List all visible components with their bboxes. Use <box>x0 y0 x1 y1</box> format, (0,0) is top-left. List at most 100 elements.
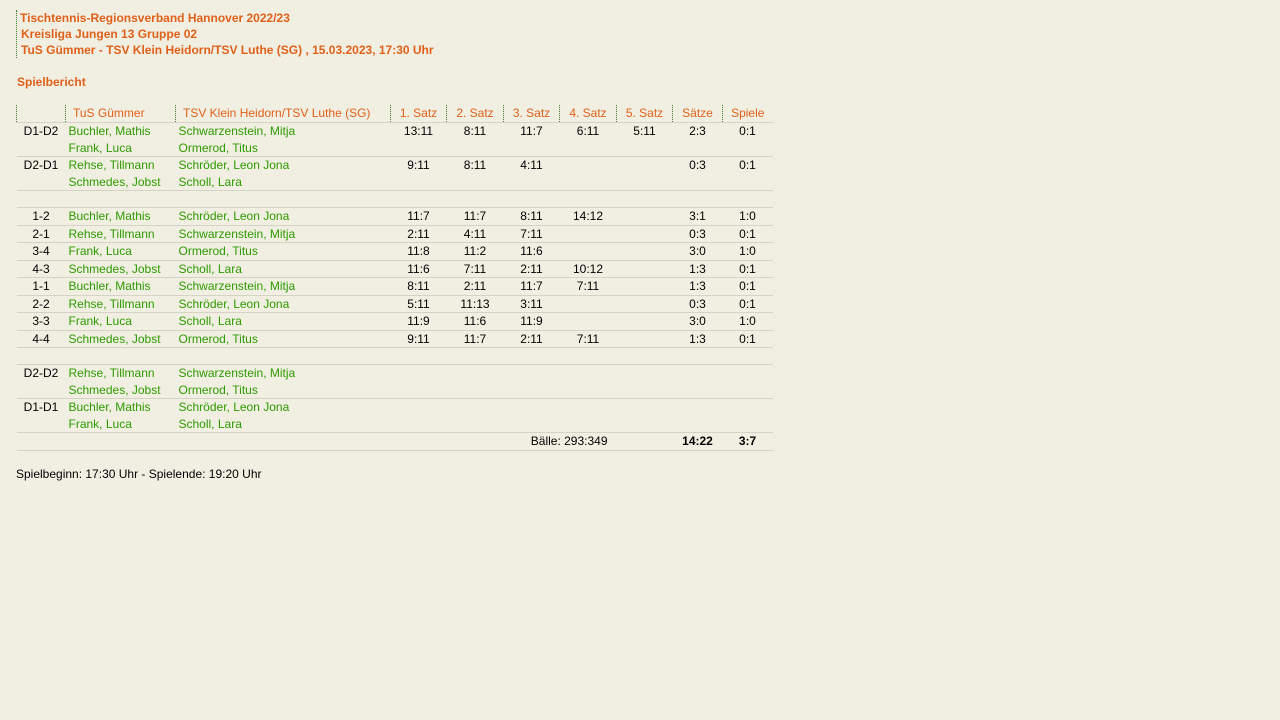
home-player[interactable]: Rehse, Tillmann <box>65 364 176 382</box>
set-1-score: 8:11 <box>390 277 447 295</box>
home-player[interactable]: Schmedes, Jobst <box>66 174 176 191</box>
set-1-score: 2:11 <box>390 224 447 243</box>
match-code: D2-D2 <box>16 364 66 382</box>
spiele-score: 1:0 <box>722 242 773 260</box>
away-player[interactable]: Scholl, Lara <box>176 416 391 433</box>
saetze-score: 1:3 <box>672 329 723 348</box>
home-player[interactable]: Rehse, Tillmann <box>65 224 176 243</box>
away-player[interactable]: Schröder, Leon Jona <box>175 294 391 313</box>
table-row: 2-1 Rehse, Tillmann Schwarzenstein, Mitj… <box>16 224 773 243</box>
set-1-score: 13:11 <box>403 124 434 138</box>
home-player[interactable]: Buchler, Mathis <box>65 277 176 295</box>
home-player[interactable]: Buchler, Mathis <box>65 398 176 416</box>
set-2-score: 11:13 <box>446 294 504 313</box>
saetze-score: 2:3 <box>689 124 706 138</box>
set-2-score: 11:7 <box>446 207 504 225</box>
col-code <box>16 105 66 123</box>
col-away-team: TSV Klein Heidorn/TSV Luthe (SG) <box>175 105 391 123</box>
col-spiele: Spiele <box>722 105 773 123</box>
set-1-score: 11:8 <box>390 242 447 260</box>
col-saetze: Sätze <box>672 105 723 123</box>
table-row: 4-3 Schmedes, Jobst Scholl, Lara 11:6 7:… <box>16 259 773 278</box>
set-4-score: 10:12 <box>559 259 617 278</box>
home-player[interactable]: Rehse, Tillmann <box>65 294 176 313</box>
home-player[interactable]: Schmedes, Jobst <box>65 329 176 348</box>
home-player[interactable]: Rehse, Tillmann <box>65 156 176 174</box>
set-4-score: 7:11 <box>559 277 617 295</box>
away-player[interactable]: Ormerod, Titus <box>176 382 391 399</box>
set-3-score: 11:9 <box>503 312 560 330</box>
away-player[interactable]: Ormerod, Titus <box>175 242 391 260</box>
set-3-score: 2:11 <box>503 329 560 348</box>
home-player[interactable]: Frank, Luca <box>65 242 176 260</box>
match-code: D1-D2 <box>23 124 59 138</box>
table-row: 3-4 Frank, Luca Ormerod, Titus 11:8 11:2… <box>16 242 773 260</box>
away-player[interactable]: Schröder, Leon Jona <box>175 156 391 174</box>
set-3-score: 4:11 <box>503 156 560 174</box>
table-row: Schmedes, Jobst Scholl, Lara <box>17 174 773 191</box>
table-header-row: TuS Gümmer TSV Klein Heidorn/TSV Luthe (… <box>16 105 773 123</box>
home-player[interactable]: Schmedes, Jobst <box>66 382 176 399</box>
spiele-score: 1:0 <box>722 207 773 225</box>
table-row: D2-D2 Rehse, Tillmann Schwarzenstein, Mi… <box>16 364 773 382</box>
away-player[interactable]: Scholl, Lara <box>176 174 391 191</box>
table-row: Frank, Luca Scholl, Lara <box>17 416 773 433</box>
match-code: 3-3 <box>16 312 66 330</box>
spiele-score: 0:1 <box>722 294 773 313</box>
away-player[interactable]: Schwarzenstein, Mitja <box>175 277 391 295</box>
home-player[interactable]: Frank, Luca <box>65 312 176 330</box>
set-3-score: 11:7 <box>520 124 543 138</box>
set-2-score: 11:7 <box>446 329 504 348</box>
association-title: Tischtennis-Regionsverband Hannover 2022… <box>20 11 290 25</box>
saetze-score: 1:3 <box>672 277 723 295</box>
table-row: 3-3 Frank, Luca Scholl, Lara 11:9 11:6 1… <box>16 312 773 330</box>
set-2-score: 8:11 <box>446 156 504 174</box>
table-row: 1-2 Buchler, Mathis Schröder, Leon Jona … <box>16 207 773 225</box>
away-player[interactable]: Scholl, Lara <box>175 312 391 330</box>
set-2-score: 11:2 <box>446 242 504 260</box>
spiele-total: 3:7 <box>722 432 773 451</box>
set-2-score: 2:11 <box>446 277 504 295</box>
away-player[interactable]: Schwarzenstein, Mitja <box>176 123 391 140</box>
match-time-footer: Spielbeginn: 17:30 Uhr - Spielende: 19:2… <box>16 466 262 481</box>
home-player[interactable]: Frank, Luca <box>66 416 176 433</box>
set-5-score: 5:11 <box>633 124 656 138</box>
set-5-score <box>616 312 673 330</box>
away-player[interactable]: Schwarzenstein, Mitja <box>175 364 391 382</box>
match-report-table: TuS Gümmer TSV Klein Heidorn/TSV Luthe (… <box>16 105 773 451</box>
set-3-score: 8:11 <box>503 207 560 225</box>
away-player[interactable]: Schwarzenstein, Mitja <box>175 224 391 243</box>
home-player[interactable]: Buchler, Mathis <box>65 207 176 225</box>
col-set-3: 3. Satz <box>503 105 560 123</box>
set-4-score <box>559 224 617 243</box>
match-code: D1-D1 <box>16 398 66 416</box>
set-3-score: 11:7 <box>503 277 560 295</box>
table-row: 2-2 Rehse, Tillmann Schröder, Leon Jona … <box>16 294 773 313</box>
set-2-score: 7:11 <box>446 259 504 278</box>
home-player[interactable]: Frank, Luca <box>66 140 176 157</box>
home-player[interactable]: Buchler, Mathis <box>66 123 176 140</box>
set-5-score <box>616 329 673 348</box>
away-player[interactable]: Ormerod, Titus <box>176 140 391 157</box>
spiele-score: 0:1 <box>722 156 773 174</box>
match-code: 1-2 <box>16 207 66 225</box>
saetze-score: 0:3 <box>672 224 723 243</box>
away-player[interactable]: Schröder, Leon Jona <box>175 398 391 416</box>
away-player[interactable]: Ormerod, Titus <box>175 329 391 348</box>
spiele-score: 0:1 <box>722 277 773 295</box>
set-1-score: 9:11 <box>390 329 447 348</box>
set-4-score: 14:12 <box>559 207 617 225</box>
saetze-score: 1:3 <box>672 259 723 278</box>
set-5-score <box>616 156 673 174</box>
spiele-score: 0:1 <box>739 124 756 138</box>
set-1-score: 5:11 <box>390 294 447 313</box>
table-row: 1-1 Buchler, Mathis Schwarzenstein, Mitj… <box>16 277 773 295</box>
match-code: 4-3 <box>16 259 66 278</box>
report-container: Tischtennis-Regionsverband Hannover 2022… <box>16 10 773 481</box>
table-row: Frank, Luca Ormerod, Titus <box>17 140 773 157</box>
totals-row: Bälle: 293:349 14:22 3:7 <box>16 432 773 451</box>
home-player[interactable]: Schmedes, Jobst <box>65 259 176 278</box>
away-player[interactable]: Schröder, Leon Jona <box>175 207 391 225</box>
away-player[interactable]: Scholl, Lara <box>175 259 391 278</box>
set-1-score: 9:11 <box>390 156 447 174</box>
